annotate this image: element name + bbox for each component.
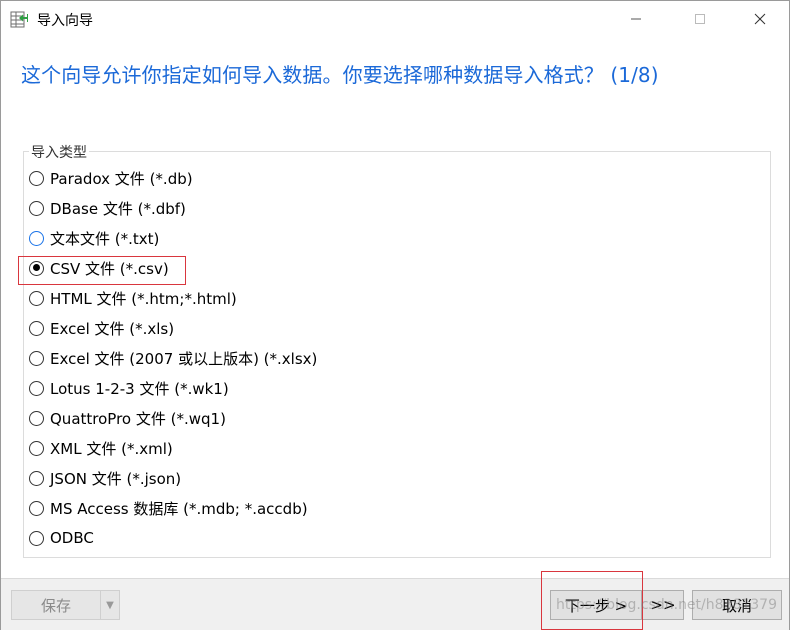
radio-button[interactable]	[29, 440, 44, 456]
radio-label: Lotus 1-2-3 文件 (*.wk1)	[50, 379, 229, 398]
save-button[interactable]: 保存	[11, 590, 101, 620]
window-title: 导入向导	[37, 13, 93, 29]
import-type-legend: 导入类型	[29, 142, 89, 162]
radio-label: ODBC	[50, 529, 94, 547]
import-wizard-window: 导入向导 这个向导允许你指定如何导入数据。你要选择哪种数据导入格式？ (1/8)…	[0, 0, 790, 630]
radio-excel[interactable]: Excel 文件 (*.xls)	[29, 315, 174, 341]
radio-label: JSON 文件 (*.json)	[50, 469, 182, 488]
radio-button[interactable]	[29, 530, 44, 546]
radio-label: 文本文件 (*.txt)	[50, 229, 160, 248]
radio-button[interactable]	[29, 410, 44, 426]
radio-button[interactable]	[29, 350, 44, 366]
last-step-button[interactable]: >>	[642, 590, 684, 620]
radio-html[interactable]: HTML 文件 (*.htm;*.html)	[29, 285, 237, 311]
radio-button[interactable]	[29, 170, 44, 186]
radio-dbase[interactable]: DBase 文件 (*.dbf)	[29, 195, 186, 221]
radio-excel-2007[interactable]: Excel 文件 (2007 或以上版本) (*.xlsx)	[29, 345, 317, 371]
radio-odbc[interactable]: ODBC	[29, 525, 94, 551]
wizard-heading: 这个向导允许你指定如何导入数据。你要选择哪种数据导入格式？ (1/8)	[21, 63, 659, 87]
wizard-footer: 保存 ▼ 下一步 > >> 取消	[1, 578, 789, 630]
radio-paradox[interactable]: Paradox 文件 (*.db)	[29, 165, 193, 191]
radio-label: Excel 文件 (2007 或以上版本) (*.xlsx)	[50, 349, 318, 368]
radio-label: Excel 文件 (*.xls)	[50, 319, 175, 338]
radio-json[interactable]: JSON 文件 (*.json)	[29, 465, 181, 491]
radio-text[interactable]: 文本文件 (*.txt)	[29, 225, 159, 251]
csv-highlight-box	[18, 256, 186, 285]
radio-label: XML 文件 (*.xml)	[50, 439, 173, 458]
minimize-icon	[631, 18, 641, 20]
radio-button[interactable]	[29, 320, 44, 336]
maximize-icon	[695, 14, 705, 24]
radio-button[interactable]	[29, 470, 44, 486]
next-highlight-box	[541, 571, 643, 630]
radio-label: QuattroPro 文件 (*.wq1)	[50, 409, 226, 428]
radio-xml[interactable]: XML 文件 (*.xml)	[29, 435, 173, 461]
radio-lotus[interactable]: Lotus 1-2-3 文件 (*.wk1)	[29, 375, 229, 401]
radio-label: DBase 文件 (*.dbf)	[50, 199, 186, 218]
close-button[interactable]	[737, 1, 783, 37]
radio-button[interactable]	[29, 200, 44, 216]
radio-label: MS Access 数据库 (*.mdb; *.accdb)	[50, 499, 308, 518]
minimize-button[interactable]	[613, 1, 659, 37]
radio-label: HTML 文件 (*.htm;*.html)	[50, 289, 237, 308]
radio-button[interactable]	[29, 290, 44, 306]
chevron-down-icon: ▼	[106, 599, 114, 611]
maximize-button[interactable]	[677, 1, 723, 37]
close-icon	[754, 13, 766, 25]
radio-button[interactable]	[29, 230, 44, 246]
radio-button[interactable]	[29, 380, 44, 396]
save-dropdown-button[interactable]: ▼	[100, 590, 120, 620]
radio-button[interactable]	[29, 500, 44, 516]
radio-quattropro[interactable]: QuattroPro 文件 (*.wq1)	[29, 405, 226, 431]
radio-ms-access[interactable]: MS Access 数据库 (*.mdb; *.accdb)	[29, 495, 308, 521]
cancel-button[interactable]: 取消	[692, 590, 782, 620]
title-bar: 导入向导	[1, 1, 789, 37]
radio-label: Paradox 文件 (*.db)	[50, 169, 193, 188]
import-wizard-icon	[10, 10, 28, 28]
